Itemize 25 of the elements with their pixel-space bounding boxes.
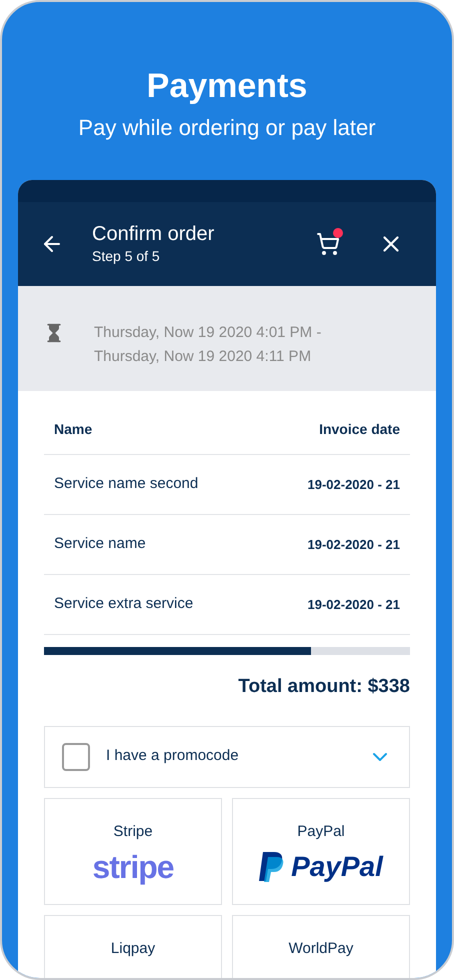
- table-cell-text: 19-02-2020 - 21: [307, 476, 400, 494]
- table-cell-text: Service extra service: [54, 594, 194, 614]
- time-range-text: Thursday, Now 19 2020 4:01 PM -: [94, 323, 322, 343]
- promocode-row[interactable]: I have a promocode: [44, 726, 410, 788]
- table-cell-text: 19-02-2020 - 21: [307, 536, 400, 554]
- app-bar-title: Confirm order: [92, 222, 216, 246]
- hero-subtitle: Pay while ordering or pay later: [78, 114, 376, 142]
- paypal-mark-icon: [259, 852, 286, 882]
- payment-method-card[interactable]: Liqpay: [44, 914, 222, 978]
- column-header: Invoice date: [319, 420, 400, 439]
- checkbox[interactable]: [62, 742, 90, 770]
- app-bar-subtitle: Step 5 of 5: [92, 247, 161, 266]
- total-amount: Total amount: $338: [238, 675, 410, 699]
- payment-method-card[interactable]: WorldPay: [232, 914, 410, 978]
- time-range-text: Thursday, Now 19 2020 4:11 PM: [94, 347, 312, 367]
- column-header: Name: [54, 420, 92, 439]
- payment-method-card[interactable]: PayPal PayPal: [232, 798, 410, 904]
- payment-method-card[interactable]: Stripe stripe: [44, 798, 222, 904]
- table-cell-text: 19-02-2020 - 21: [307, 596, 400, 614]
- hero-title: Payments: [146, 66, 308, 106]
- table-cell-text: Service name second: [54, 474, 198, 494]
- stripe-logo: stripe: [92, 849, 174, 885]
- paypal-logo: PayPal: [291, 851, 383, 883]
- table-cell-text: Service name: [54, 534, 146, 554]
- promocode-label: I have a promocode: [106, 746, 240, 766]
